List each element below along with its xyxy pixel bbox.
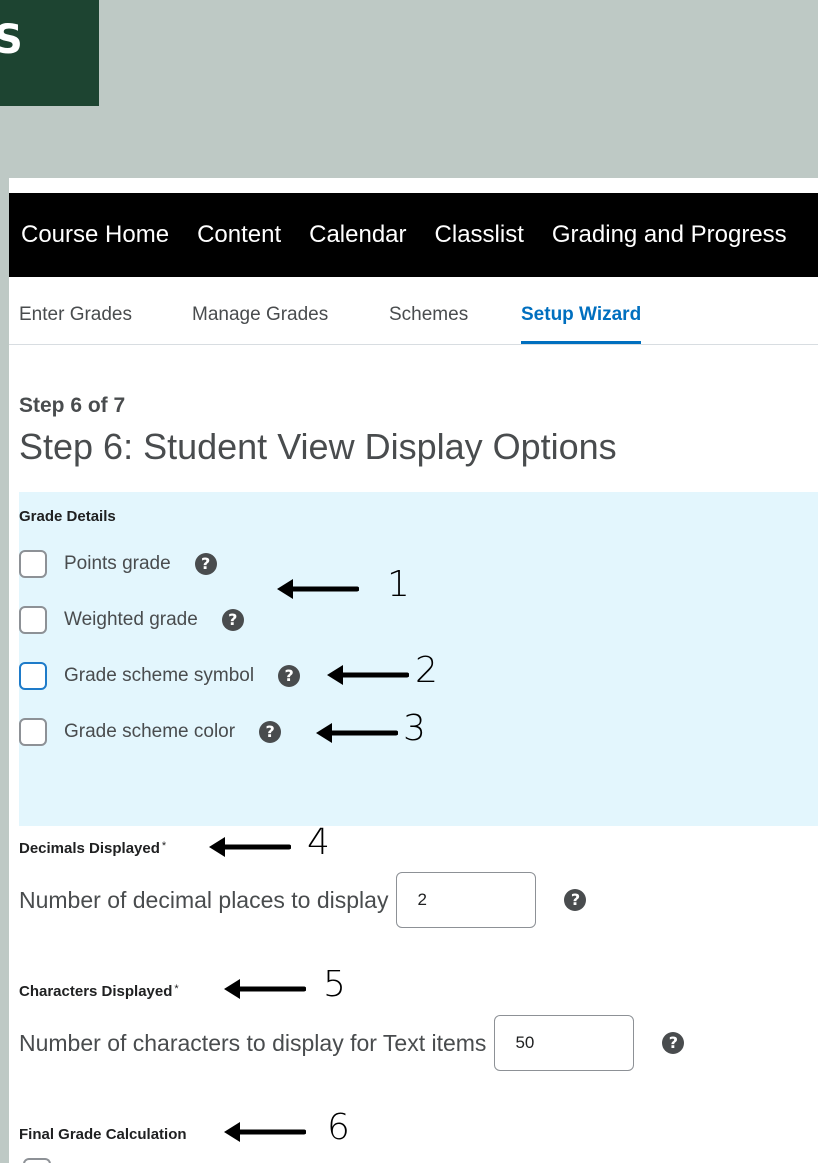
required-mark: *: [161, 840, 167, 852]
grade-scheme-symbol-label: Grade scheme symbol: [64, 665, 255, 686]
help-icon[interactable]: ?: [221, 609, 244, 631]
annotation-arrow-icon: [209, 836, 291, 858]
step-counter: Step 6 of 7: [19, 394, 126, 417]
characters-displayed-heading: Characters Displayed *: [19, 983, 179, 1000]
grade-scheme-symbol-checkbox[interactable]: [19, 662, 47, 690]
annotation-number: 6: [327, 1107, 350, 1148]
help-icon[interactable]: ?: [278, 665, 301, 687]
gradebook-panel: Course Home Content Calendar Classlist G…: [9, 178, 818, 1163]
tab-setup-wizard[interactable]: Setup Wizard: [521, 304, 642, 344]
nav-classlist[interactable]: Classlist: [435, 221, 524, 249]
page-title: Step 6: Student View Display Options: [19, 426, 617, 467]
option-grade-scheme-color: Grade scheme color ?: [19, 716, 282, 748]
characters-input[interactable]: [494, 1015, 635, 1071]
nav-content[interactable]: Content: [197, 221, 281, 249]
option-grade-scheme-symbol: Grade scheme symbol ?: [19, 660, 301, 692]
annotation-arrow-icon: [277, 578, 359, 600]
weighted-grade-checkbox[interactable]: [19, 606, 47, 634]
decimals-prompt: Number of decimal places to display: [19, 886, 389, 913]
annotation-number: 4: [307, 822, 330, 863]
points-grade-checkbox[interactable]: [19, 550, 47, 578]
grade-scheme-color-label: Grade scheme color: [64, 721, 236, 742]
help-icon[interactable]: ?: [564, 889, 587, 911]
tab-schemes[interactable]: Schemes: [389, 304, 468, 326]
characters-prompt: Number of characters to display for Text…: [19, 1029, 487, 1056]
final-grade-calculation-heading: Final Grade Calculation: [19, 1126, 187, 1143]
header-tag-text: S: [0, 17, 23, 63]
help-icon[interactable]: ?: [194, 553, 217, 575]
tab-enter-grades[interactable]: Enter Grades: [19, 304, 132, 326]
decimals-input[interactable]: [396, 872, 537, 928]
annotation-arrow-icon: [316, 722, 398, 744]
option-points-grade: Points grade ?: [19, 548, 217, 580]
annotation-number: 3: [403, 708, 426, 749]
header-tag: S: [0, 0, 99, 106]
characters-displayed-label: Characters Displayed: [19, 983, 173, 1000]
help-icon[interactable]: ?: [662, 1032, 685, 1054]
weighted-grade-label: Weighted grade: [64, 609, 198, 630]
decimals-displayed-label: Decimals Displayed: [19, 840, 160, 857]
grade-scheme-color-checkbox[interactable]: [19, 718, 47, 746]
annotation-arrow-icon: [327, 664, 409, 686]
grade-details-heading: Grade Details: [19, 508, 116, 525]
grades-subnav: Enter Grades Manage Grades Schemes Setup…: [9, 278, 818, 345]
decimals-field-row: Number of decimal places to display ?: [19, 872, 587, 928]
annotation-arrow-icon: [224, 978, 306, 1000]
final-grade-option-checkbox[interactable]: [23, 1158, 51, 1163]
nav-course-home[interactable]: Course Home: [21, 221, 169, 249]
tab-manage-grades[interactable]: Manage Grades: [192, 304, 328, 326]
annotation-arrow-icon: [224, 1121, 306, 1143]
characters-field-row: Number of characters to display for Text…: [19, 1015, 685, 1071]
annotation-number: 1: [387, 564, 410, 605]
option-weighted-grade: Weighted grade ?: [19, 604, 244, 636]
required-mark: *: [174, 983, 179, 995]
nav-grading-and-progress[interactable]: Grading and Progress: [552, 221, 787, 249]
nav-calendar[interactable]: Calendar: [309, 221, 406, 249]
help-icon[interactable]: ?: [259, 721, 282, 743]
course-navbar: Course Home Content Calendar Classlist G…: [9, 193, 818, 277]
annotation-number: 5: [323, 964, 346, 1005]
points-grade-label: Points grade: [64, 553, 171, 574]
annotation-number: 2: [415, 650, 438, 691]
decimals-displayed-heading: Decimals Displayed *: [19, 840, 166, 857]
